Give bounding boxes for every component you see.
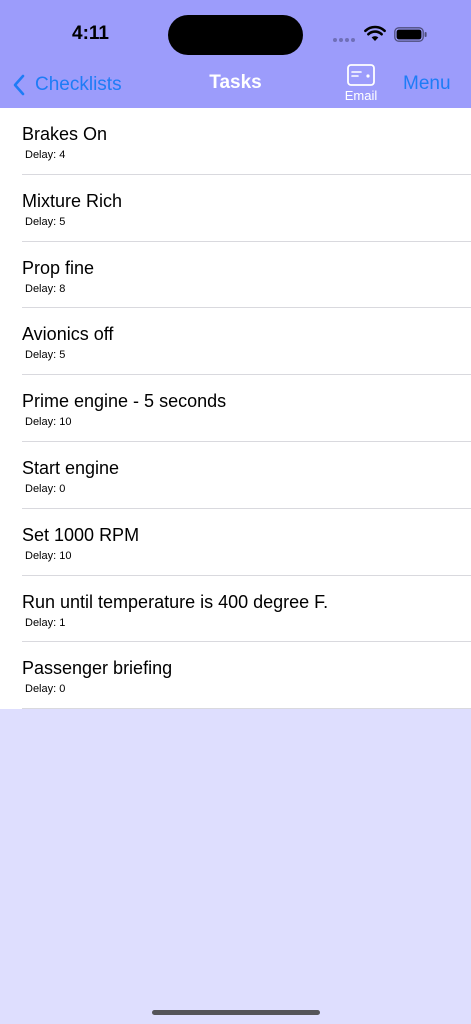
battery-icon xyxy=(394,27,427,42)
back-button-label: Checklists xyxy=(35,74,122,95)
task-title: Passenger briefing xyxy=(22,658,173,679)
task-title: Run until temperature is 400 degree F. xyxy=(22,591,329,612)
wifi-icon xyxy=(364,25,386,41)
task-row[interactable]: Brakes On Delay: 4 xyxy=(0,108,471,175)
header: 4:11 Checklists Tasks Email Menu xyxy=(0,0,471,108)
task-delay: Delay: 0 xyxy=(25,482,66,495)
back-button[interactable]: Checklists xyxy=(12,70,122,100)
email-button-label: Email xyxy=(344,88,378,103)
task-delay: Delay: 10 xyxy=(25,549,72,562)
task-delay: Delay: 5 xyxy=(25,215,66,228)
email-card-icon xyxy=(347,64,375,86)
task-delay: Delay: 1 xyxy=(25,616,66,629)
task-row[interactable]: Avionics off Delay: 5 xyxy=(0,308,471,375)
task-delay: Delay: 4 xyxy=(25,149,66,161)
menu-button[interactable]: Menu xyxy=(403,73,451,95)
task-row[interactable]: Prop fine Delay: 8 xyxy=(0,242,471,309)
task-title: Start engine xyxy=(22,457,120,478)
task-title: Prime engine - 5 seconds xyxy=(22,391,227,412)
task-delay: Delay: 5 xyxy=(25,349,66,362)
task-title: Mixture Rich xyxy=(22,190,123,211)
task-list: Brakes On Delay: 4 Mixture Rich Delay: 5 Pro… xyxy=(0,108,471,710)
task-row[interactable]: Start engine Delay: 0 xyxy=(0,442,471,509)
task-title: Prop fine xyxy=(22,257,95,278)
chevron-left-icon xyxy=(13,74,25,96)
task-title: Avionics off xyxy=(22,324,114,345)
task-row[interactable]: Prime engine - 5 seconds Delay: 10 xyxy=(0,375,471,442)
task-row[interactable]: Passenger briefing Delay: 0 xyxy=(0,642,471,709)
task-title: Set 1000 RPM xyxy=(22,524,140,545)
task-delay: Delay: 10 xyxy=(25,416,72,429)
cellular-signal-icon xyxy=(333,38,355,42)
email-button[interactable]: Email xyxy=(341,64,381,106)
task-row[interactable]: Set 1000 RPM Delay: 10 xyxy=(0,509,471,576)
home-indicator[interactable] xyxy=(152,1010,320,1015)
app-screen: 4:11 Checklists Tasks Email Menu Brakes … xyxy=(0,0,471,1024)
task-row[interactable]: Mixture Rich Delay: 5 xyxy=(0,175,471,242)
task-delay: Delay: 8 xyxy=(25,282,66,295)
status-time: 4:11 xyxy=(72,23,109,44)
task-title: Brakes On xyxy=(22,124,108,144)
dynamic-island xyxy=(168,15,303,55)
task-delay: Delay: 0 xyxy=(25,683,66,696)
task-row[interactable]: Run until temperature is 400 degree F. De… xyxy=(0,576,471,643)
